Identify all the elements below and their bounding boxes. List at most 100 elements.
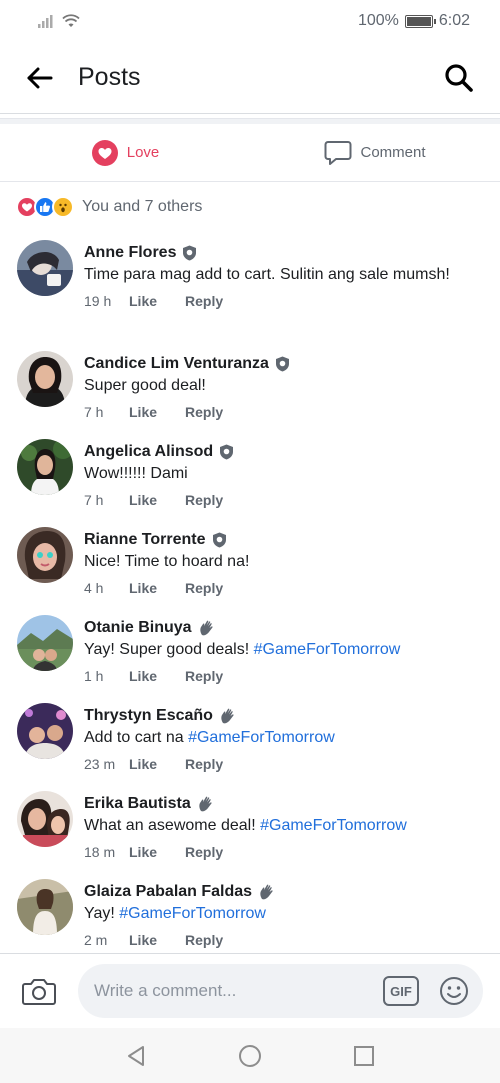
status-right: 100% 6:02 [358, 12, 470, 30]
comment-author[interactable]: Otanie Binuya [84, 617, 486, 639]
like-button[interactable]: Like [129, 293, 185, 309]
comment-text-body: Super good deal! [84, 377, 206, 394]
wave-icon [221, 708, 234, 724]
reply-button[interactable]: Reply [185, 756, 223, 772]
reactions-summary[interactable]: You and 7 others [16, 196, 202, 218]
comment-meta: 23 m Like Reply [84, 756, 486, 772]
comment-body: Erika Bautista What an asewome deal! #Ga… [84, 793, 486, 860]
avatar[interactable] [17, 439, 73, 495]
comment-meta: 1 h Like Reply [84, 668, 486, 684]
shield-icon [183, 245, 197, 261]
avatar[interactable] [17, 351, 73, 407]
comment-author[interactable]: Anne Flores [84, 242, 486, 264]
like-button[interactable]: Like [129, 756, 185, 772]
hashtag-link[interactable]: #GameForTomorrow [119, 905, 266, 922]
comment-meta: 18 m Like Reply [84, 844, 486, 860]
emoji-button[interactable] [437, 974, 471, 1008]
comment-item: Rianne Torrente Nice! Time to hoard na! … [0, 527, 500, 615]
avatar[interactable] [17, 615, 73, 671]
comment-meta: 4 h Like Reply [84, 580, 486, 596]
comment-item: Angelica Alinsod Wow!!!!!! Dami 7 h Like… [0, 439, 500, 527]
comment-author[interactable]: Candice Lim Venturanza [84, 353, 486, 375]
search-icon [445, 63, 473, 92]
like-button[interactable]: Like [129, 492, 185, 508]
comment-item: Erika Bautista What an asewome deal! #Ga… [0, 791, 500, 879]
avatar[interactable] [17, 703, 73, 759]
wow-reaction-icon [52, 196, 74, 218]
comment-text-body: Add to cart na [84, 729, 184, 746]
comment-author[interactable]: Glaiza Pabalan Faldas [84, 881, 486, 903]
avatar[interactable] [17, 527, 73, 583]
comment-body: Thrystyn Escaño Add to cart na #GameForT… [84, 705, 486, 772]
comment-button[interactable]: Comment [250, 124, 500, 181]
wifi-icon [62, 14, 80, 27]
author-name: Erika Bautista [84, 795, 191, 812]
like-button[interactable]: Like [129, 580, 185, 596]
battery-icon [404, 14, 436, 28]
comment-meta: 2 m Like Reply [84, 932, 486, 948]
comment-author[interactable]: Erika Bautista [84, 793, 486, 815]
comment-body: Otanie Binuya Yay! Super good deals! #Ga… [84, 617, 486, 684]
search-button[interactable] [442, 61, 476, 95]
wave-icon [199, 796, 212, 812]
comment-author[interactable]: Rianne Torrente [84, 529, 486, 551]
gif-button[interactable]: GIF [383, 976, 419, 1006]
shield-icon [212, 532, 226, 548]
status-bar: 100% 6:02 [0, 0, 500, 42]
hashtag-link[interactable]: #GameForTomorrow [260, 817, 407, 834]
like-button[interactable]: Like [129, 932, 185, 948]
comment-time: 7 h [84, 492, 104, 508]
post-action-bar: Love Comment [0, 124, 500, 182]
nav-back-button[interactable] [123, 1043, 149, 1069]
comment-author[interactable]: Angelica Alinsod [84, 441, 486, 463]
comment-input[interactable] [94, 981, 383, 1001]
status-left [38, 14, 80, 28]
comment-item: Anne Flores Time para mag add to cart. S… [0, 240, 500, 328]
comment-body: Rianne Torrente Nice! Time to hoard na! … [84, 529, 486, 596]
comment-body: Glaiza Pabalan Faldas Yay! #GameForTomor… [84, 881, 486, 948]
nav-recents-button[interactable] [351, 1043, 377, 1069]
reply-button[interactable]: Reply [185, 844, 223, 860]
smiley-icon [440, 977, 468, 1005]
comment-meta: 19 h Like Reply [84, 293, 486, 309]
comment-time: 19 h [84, 293, 112, 309]
comment-author[interactable]: Thrystyn Escaño [84, 705, 486, 727]
hashtag-link[interactable]: #GameForTomorrow [188, 729, 335, 746]
avatar[interactable] [17, 879, 73, 935]
clock: 6:02 [438, 12, 470, 29]
nav-home-button[interactable] [237, 1043, 263, 1069]
reply-button[interactable]: Reply [185, 668, 223, 684]
avatar[interactable] [17, 240, 73, 296]
square-recents-icon [354, 1045, 374, 1066]
comment-text: Wow!!!!!! Dami [84, 463, 486, 485]
comment-composer: GIF [0, 953, 500, 1028]
comment-meta: 7 h Like Reply [84, 404, 486, 420]
reply-button[interactable]: Reply [185, 404, 223, 420]
comment-text: Super good deal! [84, 375, 486, 397]
reply-button[interactable]: Reply [185, 580, 223, 596]
back-button[interactable] [24, 62, 56, 94]
comment-text: What an asewome deal! #GameForTomorrow [84, 815, 486, 837]
author-name: Angelica Alinsod [84, 443, 214, 460]
love-button[interactable]: Love [0, 124, 250, 181]
love-reaction-icon [91, 139, 118, 166]
signal-icon [38, 15, 53, 28]
like-button[interactable]: Like [129, 668, 185, 684]
shield-icon [220, 444, 234, 460]
comment-time: 1 h [84, 668, 104, 684]
comment-body: Candice Lim Venturanza Super good deal! … [84, 353, 486, 420]
reply-button[interactable]: Reply [185, 293, 223, 309]
avatar[interactable] [17, 791, 73, 847]
comment-text-body: Yay! Super good deals! [84, 641, 250, 658]
like-button[interactable]: Like [129, 844, 185, 860]
system-nav-bar [0, 1028, 500, 1083]
battery-percent: 100% [357, 12, 399, 29]
camera-button[interactable] [20, 972, 58, 1010]
comment-time: 23 m [84, 756, 116, 772]
camera-icon [22, 979, 56, 1005]
like-button[interactable]: Like [129, 404, 185, 420]
hashtag-link[interactable]: #GameForTomorrow [254, 641, 401, 658]
author-name: Otanie Binuya [84, 619, 192, 636]
reply-button[interactable]: Reply [185, 492, 223, 508]
reply-button[interactable]: Reply [185, 932, 223, 948]
